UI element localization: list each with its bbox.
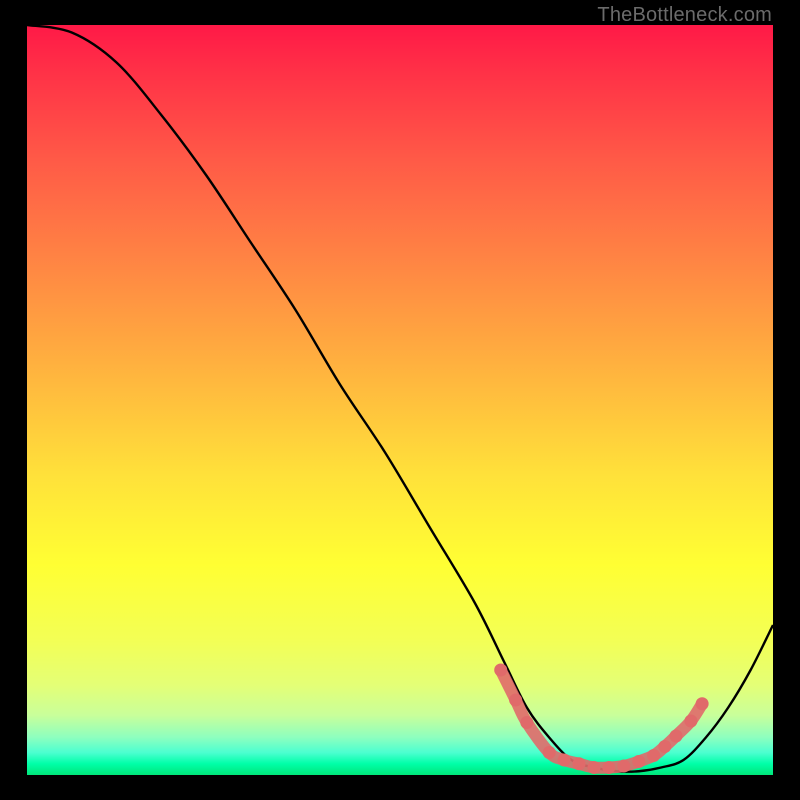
dot: [509, 694, 522, 707]
dot: [647, 749, 660, 762]
dot: [587, 761, 600, 774]
optimal-range-dots: [494, 664, 708, 775]
dot: [670, 730, 683, 743]
plot-area: [27, 25, 773, 775]
dot: [602, 761, 615, 774]
dot: [520, 716, 533, 729]
dot: [494, 664, 507, 677]
curve-layer: [27, 25, 773, 775]
dot: [558, 754, 571, 767]
dot: [573, 757, 586, 770]
dot: [696, 697, 709, 710]
dot: [684, 715, 697, 728]
chart-frame: TheBottleneck.com: [0, 0, 800, 800]
dot: [543, 746, 556, 759]
dot: [632, 755, 645, 768]
watermark-text: TheBottleneck.com: [597, 4, 772, 27]
dot: [617, 760, 630, 773]
bottleneck-curve: [27, 25, 773, 772]
dot: [658, 740, 671, 753]
